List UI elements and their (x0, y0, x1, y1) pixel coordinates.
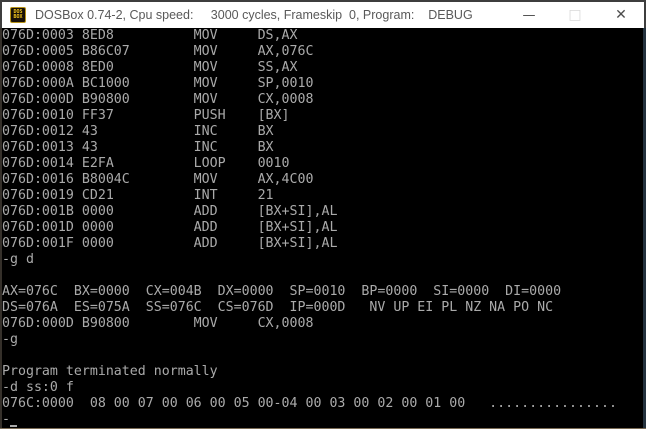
terminal-line: 076D:001F 0000 ADD [BX+SI],AL (2, 236, 338, 251)
terminal-line: 076D:0003 8ED8 MOV DS,AX (2, 28, 298, 43)
terminal-line: 076D:001D 0000 ADD [BX+SI],AL (2, 220, 338, 235)
terminal-line: 076D:001B 0000 ADD [BX+SI],AL (2, 204, 338, 219)
terminal-line: DS=076A ES=075A SS=076C CS=076D IP=000D … (2, 300, 554, 315)
terminal-line: 076D:0014 E2FA LOOP 0010 (2, 156, 290, 171)
terminal-line: 076D:0016 B8004C MOV AX,4C00 (2, 172, 314, 187)
terminal-line: 076D:0005 B86C07 MOV AX,076C (2, 44, 314, 59)
terminal-line: 076D:0013 43 INC BX (2, 140, 274, 155)
terminal-screen[interactable]: 076D:0003 8ED8 MOV DS,AX 076D:0005 B86C07… (0, 28, 646, 428)
terminal-line: 076D:000D B90800 MOV CX,0008 (2, 92, 314, 107)
dosbox-window: DOS BOX DOSBox 0.74-2, Cpu speed: 3000 c… (0, 0, 646, 429)
window-title: DOSBox 0.74-2, Cpu speed: 3000 cycles, F… (35, 8, 473, 22)
terminal-line: -d ss:0 f (2, 380, 74, 395)
terminal-line: -g d (2, 252, 34, 267)
window-controls: — □ ✕ (506, 2, 644, 28)
maximize-button[interactable]: □ (552, 2, 598, 28)
terminal-line: 076D:0008 8ED0 MOV SS,AX (2, 60, 298, 75)
terminal-line: 076D:0012 43 INC BX (2, 124, 274, 139)
dosbox-logo-icon: DOS BOX (10, 7, 26, 23)
terminal-line: 076C:0000 08 00 07 00 06 00 05 00-04 00 … (2, 396, 617, 411)
terminal-line: - (2, 412, 10, 427)
close-button[interactable]: ✕ (598, 2, 644, 28)
minimize-icon: — (522, 7, 536, 23)
terminal-line: Program terminated normally (2, 364, 218, 379)
dosbox-icon-text-bottom: BOX (13, 14, 23, 20)
terminal-line: -g (2, 332, 18, 347)
terminal-cursor (10, 425, 17, 427)
terminal-line: 076D:000A BC1000 MOV SP,0010 (2, 76, 314, 91)
terminal-line: 076D:0019 CD21 INT 21 (2, 188, 274, 203)
minimize-button[interactable]: — (506, 2, 552, 28)
titlebar[interactable]: DOS BOX DOSBox 0.74-2, Cpu speed: 3000 c… (0, 0, 646, 28)
close-icon: ✕ (615, 7, 627, 23)
terminal-line: 076D:000D B90800 MOV CX,0008 (2, 316, 314, 331)
maximize-icon: □ (568, 7, 582, 23)
terminal-line: 076D:0010 FF37 PUSH [BX] (2, 108, 290, 123)
terminal-line: AX=076C BX=0000 CX=004B DX=0000 SP=0010 … (2, 284, 562, 299)
